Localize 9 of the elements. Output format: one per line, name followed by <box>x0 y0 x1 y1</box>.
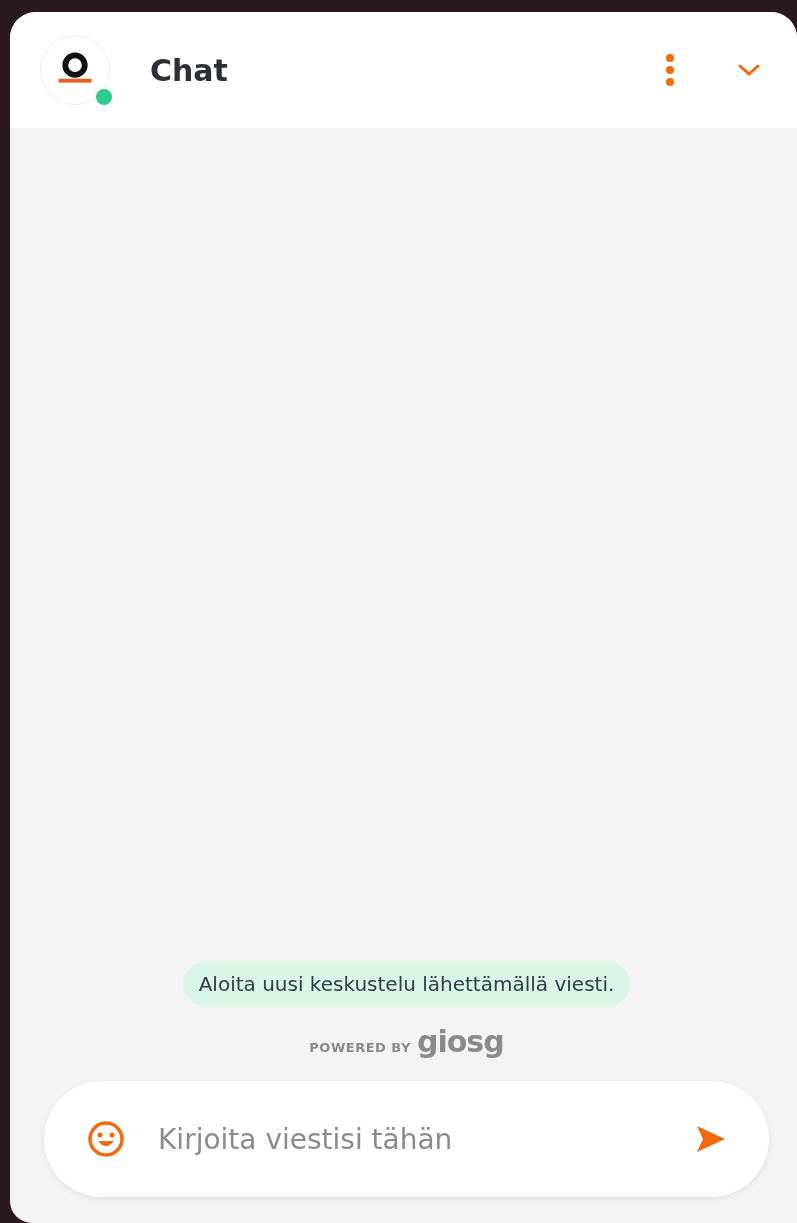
smiley-icon <box>86 1119 126 1159</box>
send-icon <box>695 1124 727 1154</box>
brand-logo: giosg <box>416 1024 504 1059</box>
kebab-icon <box>665 53 675 87</box>
chevron-down-icon <box>737 63 761 77</box>
start-notice: Aloita uusi keskustelu lähettämällä viesti. <box>182 962 631 1006</box>
message-input[interactable]: Kirjoita viestisi tähän <box>158 1118 669 1160</box>
powered-by-text: POWERED BY <box>309 1040 411 1055</box>
chat-title: Chat <box>150 52 229 88</box>
